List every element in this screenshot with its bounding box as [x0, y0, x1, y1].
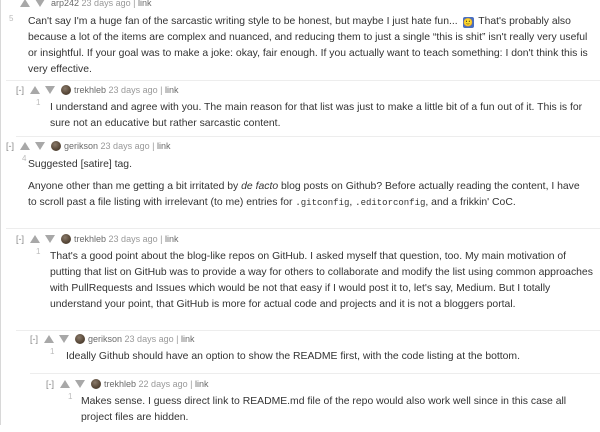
comment-paragraph: Can't say I'm a huge fan of the sarcasti…	[28, 14, 596, 78]
upvote-arrow-icon[interactable]	[30, 235, 40, 243]
comment-body: That's a good point about the blog-like …	[50, 249, 598, 319]
comment-paragraph: Suggested [satire] tag.	[28, 159, 132, 170]
comment-byline: [-] trekhleb 22 days ago | link	[46, 378, 208, 390]
divider	[16, 330, 600, 331]
avatar	[51, 141, 61, 151]
permalink[interactable]: link	[157, 141, 171, 151]
comment-body: Can't say I'm a huge fan of the sarcasti…	[28, 14, 596, 84]
collapse-toggle[interactable]: [-]	[6, 140, 20, 152]
downvote-arrow-icon[interactable]	[59, 335, 69, 343]
divider	[16, 136, 600, 137]
comment-byline: [-] gerikson 23 days ago | link	[6, 140, 170, 152]
comment-age[interactable]: 23 days ago	[125, 334, 174, 344]
comment-body: Suggested [satire] tag. Anyone other tha…	[28, 157, 588, 217]
comment-age[interactable]: 23 days ago	[109, 85, 158, 95]
comment-byline: arp242 23 days ago | link	[6, 0, 151, 9]
comment-gerikson-reply: [-] gerikson 23 days ago | link 1 Ideally…	[30, 333, 600, 373]
byline-separator: |	[190, 379, 193, 389]
permalink[interactable]: link	[195, 379, 209, 389]
username[interactable]: trekhleb	[104, 379, 136, 389]
comment-paragraph: That's a good point about the blog-like …	[50, 251, 593, 310]
comment-byline: [-] trekhleb 23 days ago | link	[16, 84, 178, 96]
text-run: Anyone other than me getting a bit irrit…	[28, 181, 242, 192]
comment-gerikson: [-] gerikson 23 days ago | link 4 Suggest…	[6, 140, 600, 226]
collapse-toggle[interactable]: [-]	[30, 333, 44, 345]
score: 1	[50, 347, 55, 356]
score: 1	[36, 247, 41, 256]
text-run: , and a frikkin' CoC.	[425, 197, 516, 208]
upvote-arrow-icon[interactable]	[60, 380, 70, 388]
score: 1	[68, 392, 73, 401]
comment-trekhleb-reply-1: [-] trekhleb 23 days ago | link 1 I under…	[16, 84, 600, 136]
downvote-arrow-icon[interactable]	[75, 380, 85, 388]
emphasis-text: de facto	[241, 181, 279, 192]
collapse-toggle[interactable]: [-]	[16, 233, 30, 245]
byline-separator: |	[152, 141, 155, 151]
comment-trekhleb-reply-2: [-] trekhleb 23 days ago | link 1 That's …	[16, 233, 600, 329]
comment-body: Ideally Github should have an option to …	[66, 349, 598, 371]
comment-paragraph: Ideally Github should have an option to …	[66, 351, 520, 362]
comment-byline: [-] trekhleb 23 days ago | link	[16, 233, 178, 245]
permalink[interactable]: link	[165, 234, 179, 244]
comment-age[interactable]: 23 days ago	[109, 234, 158, 244]
score: 1	[36, 98, 41, 107]
divider	[6, 80, 600, 81]
comment-arp242: arp242 23 days ago | link 5 Can't say I'…	[6, 0, 600, 80]
upvote-arrow-icon[interactable]	[20, 0, 30, 7]
byline-separator: |	[160, 234, 163, 244]
username[interactable]: gerikson	[64, 141, 98, 151]
collapse-toggle[interactable]: [-]	[16, 84, 30, 96]
username[interactable]: arp242	[51, 0, 79, 8]
permalink[interactable]: link	[138, 0, 152, 8]
comment-body: Makes sense. I guess direct link to READ…	[81, 394, 591, 432]
score: 4	[22, 154, 27, 163]
username[interactable]: gerikson	[88, 334, 122, 344]
username[interactable]: trekhleb	[74, 234, 106, 244]
comment-byline: [-] gerikson 23 days ago | link	[30, 333, 194, 345]
avatar	[91, 379, 101, 389]
comment-trekhleb-reply-3: [-] trekhleb 22 days ago | link 1 Makes s…	[46, 378, 600, 425]
text-run: Can't say I'm a huge fan of the sarcasti…	[28, 16, 461, 27]
downvote-arrow-icon[interactable]	[45, 235, 55, 243]
score: 5	[9, 14, 14, 23]
avatar	[61, 234, 71, 244]
comment-paragraph: I understand and agree with you. The mai…	[50, 102, 583, 129]
avatar	[61, 85, 71, 95]
comment-age[interactable]: 23 days ago	[82, 0, 131, 8]
divider	[30, 373, 600, 374]
comment-paragraph: Anyone other than me getting a bit irrit…	[28, 179, 588, 211]
comment-paragraph: Makes sense. I guess direct link to READ…	[81, 396, 567, 423]
comment-age[interactable]: 22 days ago	[139, 379, 188, 389]
smile-emoji-icon: 🙂	[462, 17, 474, 28]
inline-code: .gitconfig	[295, 198, 350, 208]
permalink[interactable]: link	[181, 334, 195, 344]
inline-code: .editorconfig	[355, 198, 426, 208]
downvote-arrow-icon[interactable]	[45, 86, 55, 94]
permalink[interactable]: link	[165, 85, 179, 95]
upvote-arrow-icon[interactable]	[44, 335, 54, 343]
username[interactable]: trekhleb	[74, 85, 106, 95]
upvote-arrow-icon[interactable]	[20, 142, 30, 150]
collapse-toggle[interactable]: [-]	[46, 378, 60, 390]
byline-separator: |	[176, 334, 179, 344]
upvote-arrow-icon[interactable]	[30, 86, 40, 94]
byline-separator: |	[160, 85, 163, 95]
byline-separator: |	[133, 0, 136, 8]
comment-age[interactable]: 23 days ago	[101, 141, 150, 151]
downvote-arrow-icon[interactable]	[35, 0, 45, 7]
downvote-arrow-icon[interactable]	[35, 142, 45, 150]
avatar	[75, 334, 85, 344]
divider	[6, 228, 600, 229]
comment-body: I understand and agree with you. The mai…	[50, 100, 598, 138]
